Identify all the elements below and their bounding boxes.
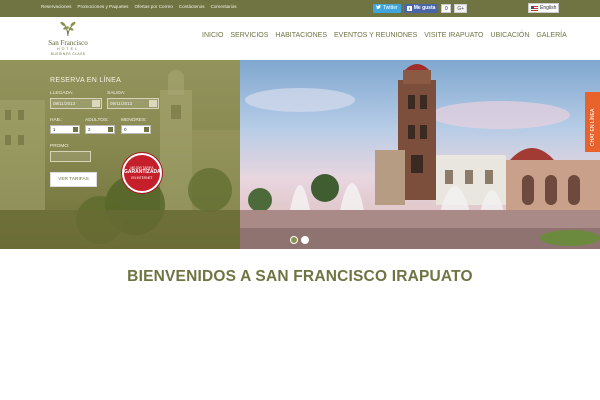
rooms-select[interactable]: 1 [50,125,80,134]
facebook-icon: f [406,6,412,11]
nav-item-habitaciones[interactable]: HABITACIONES [275,32,327,39]
departure-calendar-icon[interactable] [149,100,157,107]
facebook-like-label: Me gusta [413,5,436,11]
adults-select[interactable]: 2 [85,125,115,134]
hero-slide-image [240,60,600,249]
language-selector[interactable]: English [528,3,559,13]
site-header: San Francisco HOTEL BUSSINES CLASS INICI… [0,17,600,60]
nav-item-servicios[interactable]: SERVICIOS [230,32,268,39]
best-rate-badge: MEJOR TARIFA GARANTIZADA EN INTERNET [122,153,162,193]
top-links: Reservaciones Promociones y Paquetes Ofe… [41,4,237,9]
facebook-like-button[interactable]: f Me gusta [403,4,439,13]
nav-item-eventos[interactable]: EVENTOS Y REUNIONES [334,32,417,39]
promo-code-input[interactable] [50,151,91,162]
top-link-comentarios[interactable]: Comentarios [211,4,237,9]
rooms-value: 1 [53,127,56,132]
slider-dot-1[interactable] [290,236,298,244]
top-utility-bar: Reservaciones Promociones y Paquetes Ofe… [0,0,600,17]
nav-item-galeria[interactable]: GALERÍA [536,32,566,39]
minors-label: MENORES: [121,118,147,123]
twitter-button[interactable]: Twitter [373,4,401,13]
logo-hotel-name: San Francisco [48,39,88,47]
language-label: English [540,5,557,11]
chevron-down-icon [73,127,78,132]
irapuato-plaza-image [240,64,600,249]
badge-bottom-text: EN INTERNET [131,175,153,180]
social-buttons: Twitter f Me gusta 0 G+ [373,4,468,13]
badge-main-text: GARANTIZADA [124,169,161,175]
reservation-panel: RESERVA EN LÍNEA LLEGADA: 08/11/2013 SAL… [0,60,240,249]
departure-date-input[interactable]: 09/11/2013 [107,98,159,109]
minors-value: 0 [124,127,127,132]
chat-online-label: CHAT EN LÍNEA [590,108,596,146]
top-link-ofertas[interactable]: Ofertas por Correo [134,4,172,9]
top-link-reservaciones[interactable]: Reservaciones [41,4,71,9]
top-link-promociones[interactable]: Promociones y Paquetes [77,4,128,9]
arrival-date-input[interactable]: 08/11/2013 [50,98,102,109]
arrival-label: LLEGADA: [50,91,74,96]
us-flag-icon [531,5,538,11]
nav-item-visite-irapuato[interactable]: VISITE IRAPUATO [424,32,483,39]
logo-hotel-word: HOTEL [57,47,79,51]
logo-tagline: BUSSINES CLASS [50,52,86,56]
hero-slider: RESERVA EN LÍNEA LLEGADA: 08/11/2013 SAL… [0,60,600,249]
promo-label: PROMO: [50,144,70,149]
minors-select[interactable]: 0 [121,125,151,134]
nav-item-inicio[interactable]: INICIO [202,32,223,39]
chat-online-tab[interactable]: CHAT EN LÍNEA [585,92,600,152]
google-plus-button[interactable]: G+ [454,4,468,13]
ver-tarifas-button[interactable]: VER TARIFAS [50,172,97,187]
adults-label: ADULTOS: [85,118,109,123]
rooms-label: HAB.: [50,118,63,123]
adults-value: 2 [88,127,91,132]
arrival-calendar-icon[interactable] [92,100,100,107]
nav-item-ubicacion[interactable]: UBICACIÓN [491,32,530,39]
welcome-heading: BIENVENIDOS A SAN FRANCISCO IRAPUATO [127,268,473,285]
chevron-down-icon [108,127,113,132]
main-navigation: INICIO SERVICIOS HABITACIONES EVENTOS Y … [202,32,567,39]
chevron-down-icon [144,127,149,132]
hotel-logo[interactable]: San Francisco HOTEL BUSSINES CLASS [40,20,100,60]
like-count: 0 [441,4,452,13]
olive-branch-logo-icon [60,21,76,37]
reservation-title: RESERVA EN LÍNEA [50,77,122,84]
departure-date-value: 09/11/2013 [110,101,133,106]
departure-label: SALIDA: [107,91,126,96]
top-link-contactenos[interactable]: Contáctenos [179,4,205,9]
twitter-bird-icon [376,4,381,13]
arrival-date-value: 08/11/2013 [53,101,76,106]
twitter-label: Twitter [383,5,398,11]
hero-left-church-image [0,69,240,249]
slider-dot-2[interactable] [301,236,309,244]
